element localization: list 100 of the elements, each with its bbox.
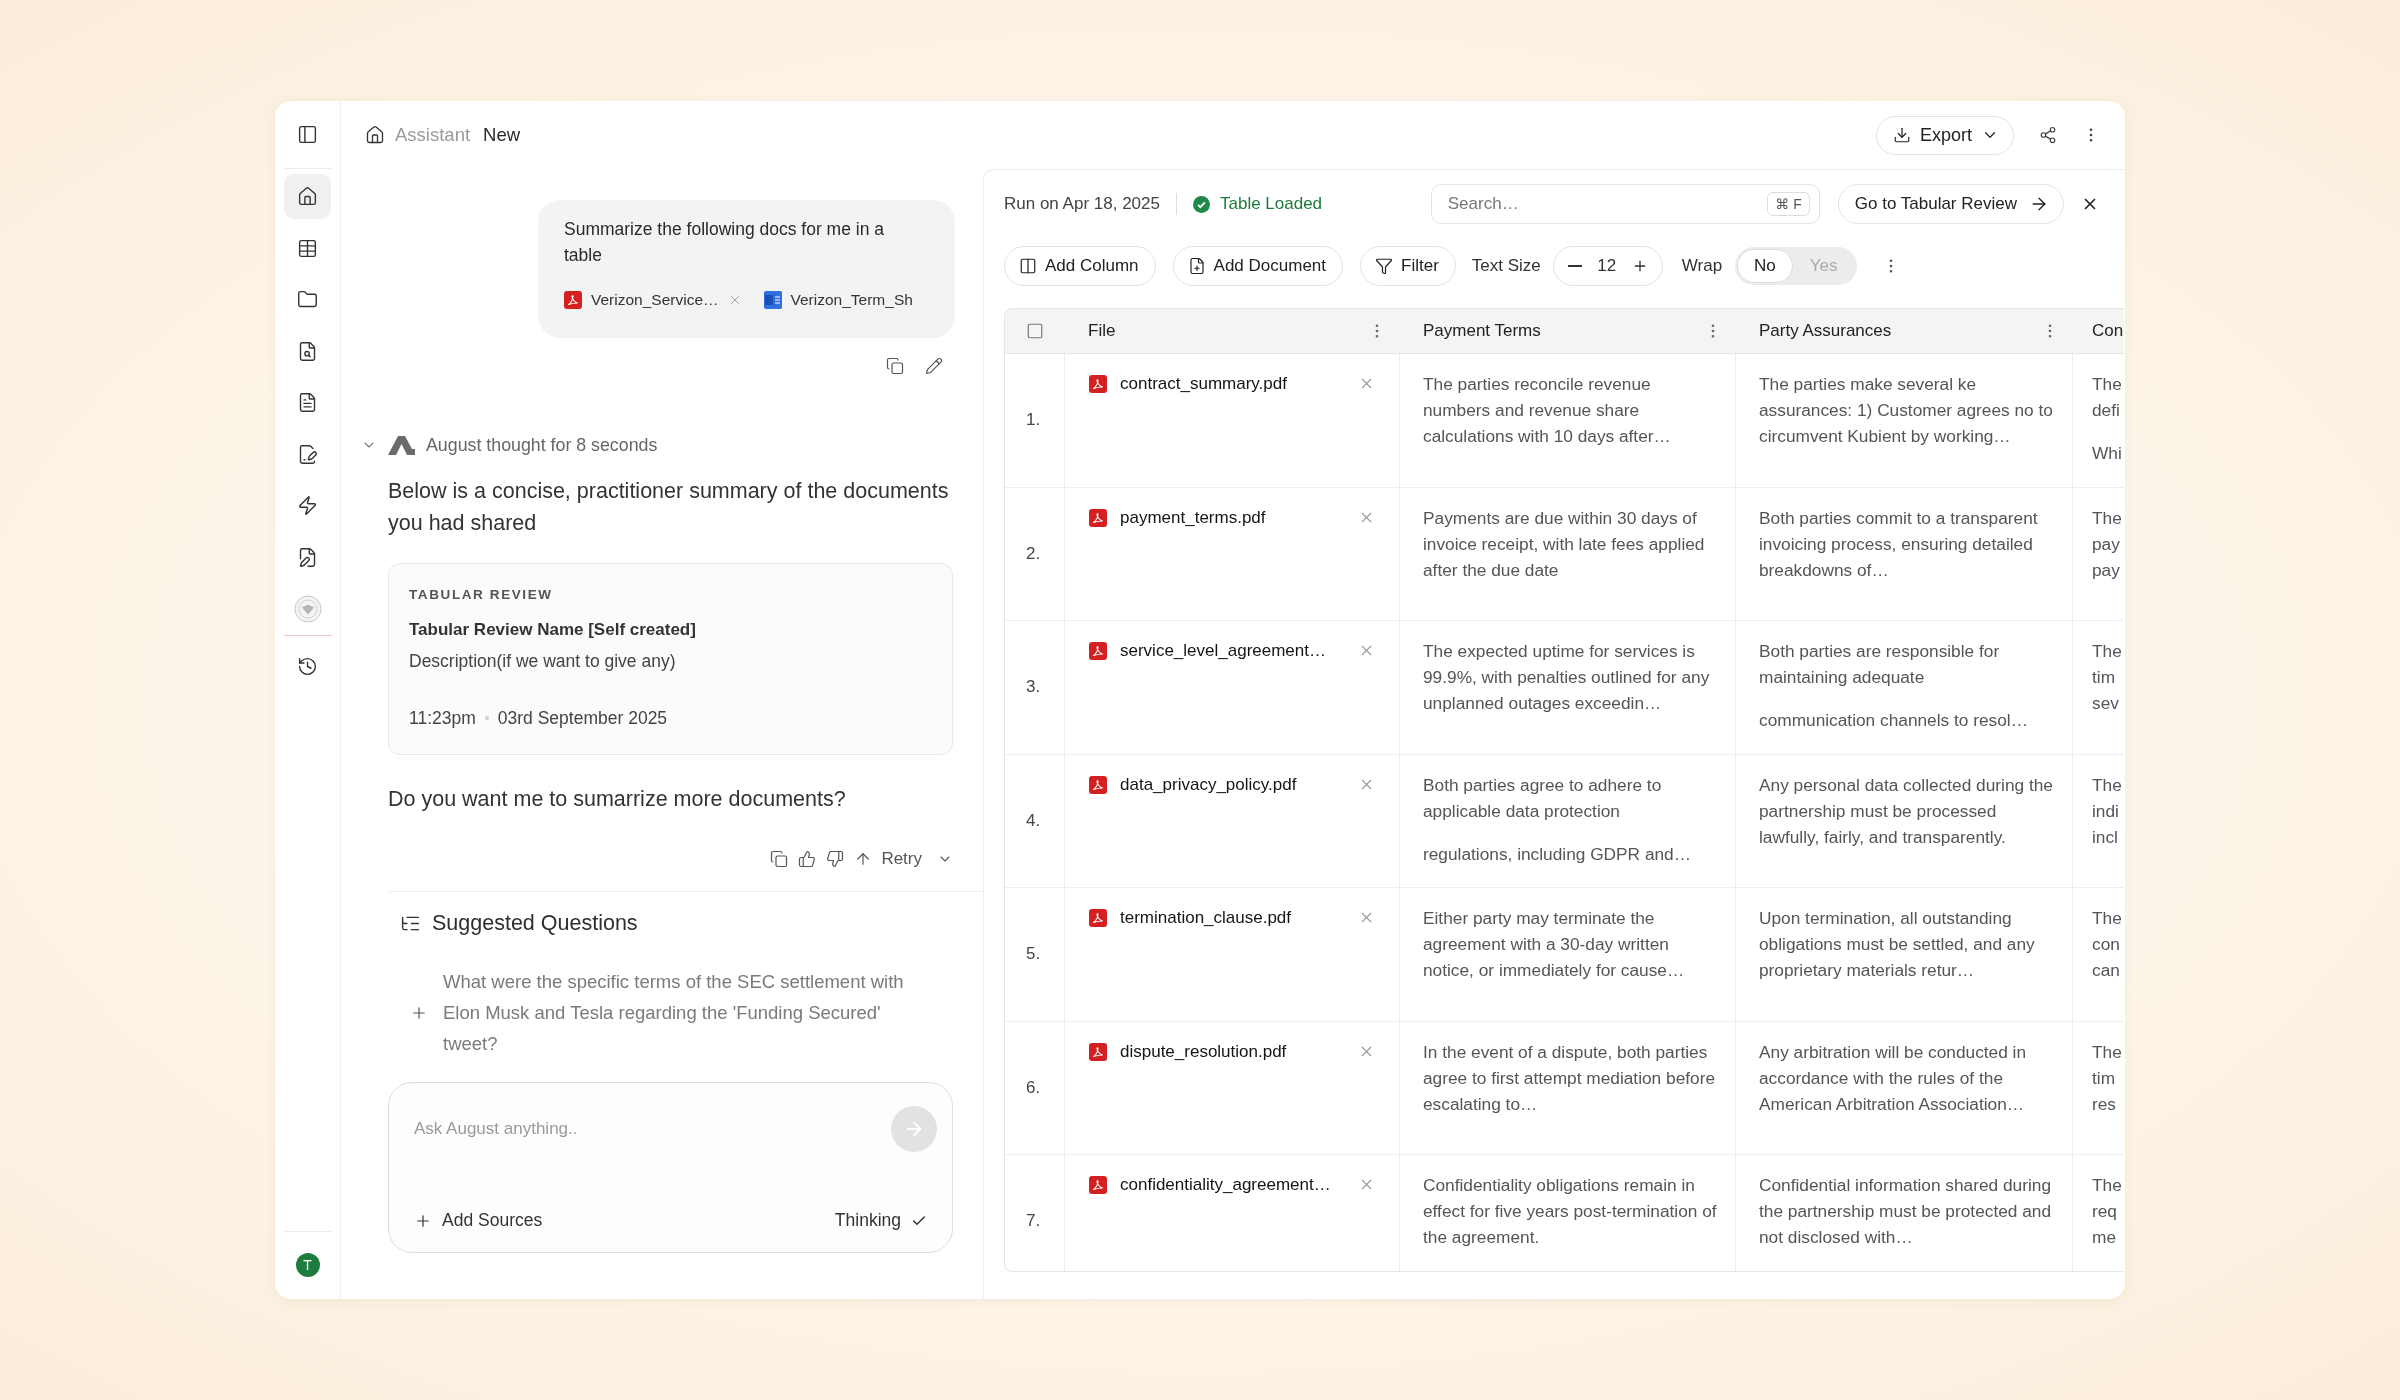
text-size-value: 12 xyxy=(1597,256,1617,276)
shortcut-hint: ⌘ F xyxy=(1767,192,1810,216)
thought-status: August thought for 8 seconds xyxy=(426,434,658,456)
table-cell: The parties make several ke assurances: 1) Customer agrees no to circumvent Kubient by working… xyxy=(1736,354,2073,487)
user-avatar[interactable]: T xyxy=(295,1253,320,1277)
attachment-name[interactable]: Verizon_Service… xyxy=(591,291,719,309)
table-cell: Both parties commit to a transparent invoicing process, ensuring detailed breakdowns of… xyxy=(1736,487,2073,620)
table-cell: In the event of a dispute, both parties agree to first attempt mediation before escalating to… xyxy=(1400,1021,1736,1154)
export-button[interactable]: Export xyxy=(1875,115,2014,155)
column-header[interactable]: Party Assurances xyxy=(1759,321,1892,341)
pdf-file-icon xyxy=(1089,775,1107,794)
table-cell-text: The req me xyxy=(2091,1174,2123,1249)
row-number: 5. xyxy=(1026,944,1041,965)
row-number: 3. xyxy=(1026,677,1041,698)
copy-icon[interactable] xyxy=(770,850,789,868)
panel-left-icon xyxy=(297,124,318,145)
file-name[interactable]: dispute_resolution.pdf xyxy=(1120,1038,1345,1065)
table-cell-text: The tim sev xyxy=(2091,640,2123,715)
checkbox-icon[interactable] xyxy=(1026,322,1044,340)
home-icon xyxy=(297,186,318,207)
file-name[interactable]: service_level_agreement… xyxy=(1120,638,1345,664)
thumbs-down-icon[interactable] xyxy=(826,850,845,868)
thinking-toggle[interactable]: Thinking xyxy=(834,1210,927,1231)
table-cell: Payments are due within 30 days of invoice receipt, with late fees applied after the due date xyxy=(1400,487,1736,620)
breadcrumb-item[interactable]: New xyxy=(483,124,521,146)
minus-icon xyxy=(1567,265,1582,267)
share-icon[interactable] xyxy=(2039,126,2057,144)
file-name[interactable]: termination_clause.pdf xyxy=(1120,905,1345,931)
status-text: Table Loaded xyxy=(1219,194,1323,214)
table-cell: Either party may terminate the agreement with a 30-day written notice, or immediately for cause… xyxy=(1400,888,1736,1021)
section-title: Suggested Questions xyxy=(432,910,638,936)
table-cell: Both parties are responsible for maintaining adequate communication channels to resol… xyxy=(1736,621,2073,754)
file-name[interactable]: contract_summary.pdf xyxy=(1120,371,1345,397)
columns-icon xyxy=(1019,257,1037,275)
pdf-file-icon xyxy=(1089,375,1107,393)
filter-icon xyxy=(1375,257,1393,275)
table-cell: Confidentiality obligations remain in effect for five years post-termination of the agreement. xyxy=(1400,1155,1736,1271)
column-header[interactable]: Payment Terms xyxy=(1423,321,1541,341)
text-size-label: Text Size xyxy=(1471,256,1541,276)
add-sources-button[interactable]: Add Sources xyxy=(414,1210,543,1231)
table-cell: Any personal data collected during the partnership must be processed lawfully, fairly, and transparently. xyxy=(1736,754,2073,887)
table-cell: The parties reconcile revenue numbers and revenue share calculations with 10 days after… xyxy=(1400,354,1736,487)
file-name[interactable]: confidentiality_agreement… xyxy=(1120,1172,1345,1198)
table-cell-text: The pay pay xyxy=(2091,506,2123,582)
table-cell-text: The con can xyxy=(2091,907,2123,982)
add-document-button[interactable]: Add Document xyxy=(1172,246,1343,286)
file-name[interactable]: payment_terms.pdf xyxy=(1120,504,1345,531)
column-header[interactable]: File xyxy=(1088,321,1116,341)
reply-text: Below is a concise, practitioner summary of the documents you had shared xyxy=(388,478,950,537)
review-card[interactable]: TABULAR REVIEW Tabular Review Name [Self created] Description(if we want to give any) 11:23pm 03rd September 2025 xyxy=(388,563,953,755)
file-search-icon xyxy=(297,340,318,362)
message-input[interactable]: Ask August anything.. xyxy=(414,1106,891,1152)
table-icon xyxy=(297,237,318,259)
home-icon[interactable] xyxy=(365,125,385,145)
row-number: 6. xyxy=(1026,1077,1041,1098)
wrap-option[interactable]: No xyxy=(1737,249,1793,283)
file-name[interactable]: data_privacy_policy.pdf xyxy=(1120,771,1345,798)
table-cell-text: The indi incl xyxy=(2091,773,2123,849)
pdf-file-icon xyxy=(1089,508,1107,527)
row-number: 4. xyxy=(1026,810,1041,831)
suggested-question[interactable]: What were the specific terms of the SEC settlement with Elon Musk and Tesla regarding the 'Funding Secured' tweet? xyxy=(443,966,938,1059)
download-icon xyxy=(1892,126,1911,144)
filter-button[interactable]: Filter xyxy=(1360,246,1456,286)
row-number: 1. xyxy=(1026,410,1041,431)
sidebar-item[interactable] xyxy=(284,174,331,219)
attachment-name[interactable]: Verizon_Term_Sh xyxy=(790,291,913,309)
table-cell: Both parties agree to adhere to applicable data protection regulations, including GDPR and… xyxy=(1400,754,1736,887)
message-text: Summarize the following docs for me in a table xyxy=(564,218,885,267)
logo-icon xyxy=(388,435,415,455)
review-time: 11:23pm xyxy=(409,707,476,729)
wrap-label: Wrap xyxy=(1681,256,1723,276)
document-icon xyxy=(297,392,318,413)
pdf-file-icon xyxy=(564,291,582,309)
pdf-file-icon xyxy=(1089,1042,1107,1061)
copy-icon[interactable] xyxy=(886,357,904,375)
row-number: 7. xyxy=(1026,1211,1041,1232)
row-number: 2. xyxy=(1026,543,1041,564)
file-pen-icon xyxy=(297,546,318,568)
lightning-icon xyxy=(297,495,318,516)
add-column-button[interactable]: Add Column xyxy=(1004,246,1156,286)
table-cell: Confidential information shared during the partnership must be protected and not disclosed with… xyxy=(1736,1155,2073,1271)
table-cell-text: The tim res xyxy=(2091,1040,2123,1116)
thumbs-up-icon[interactable] xyxy=(798,850,817,868)
follow-up-question: Do you want me to sumarrize more documents? xyxy=(388,786,847,813)
pdf-file-icon xyxy=(1089,909,1107,927)
edit-icon[interactable] xyxy=(925,357,943,375)
file-edit-icon xyxy=(297,443,318,465)
folder-icon xyxy=(297,289,318,310)
table-cell: Upon termination, all outstanding obligations must be settled, and any proprietary materials retur… xyxy=(1736,888,2073,1021)
go-to-review-button[interactable]: Go to Tabular Review xyxy=(1837,184,2064,224)
check-circle-icon xyxy=(1192,195,1210,213)
pdf-file-icon xyxy=(1089,1176,1107,1194)
file-plus-icon xyxy=(1187,257,1206,275)
run-date: Run on Apr 18, 2025 xyxy=(1004,194,1160,214)
card-title: Tabular Review Name [Self created] xyxy=(409,619,697,641)
card-description: Description(if we want to give any) xyxy=(409,650,677,673)
doc-file-icon xyxy=(763,291,782,309)
table-cell: Any arbitration will be conducted in accordance with the rules of the American Arbitration Association… xyxy=(1736,1021,2073,1154)
column-header[interactable]: Con xyxy=(2092,321,2124,341)
retry-button[interactable]: Retry xyxy=(854,849,922,869)
